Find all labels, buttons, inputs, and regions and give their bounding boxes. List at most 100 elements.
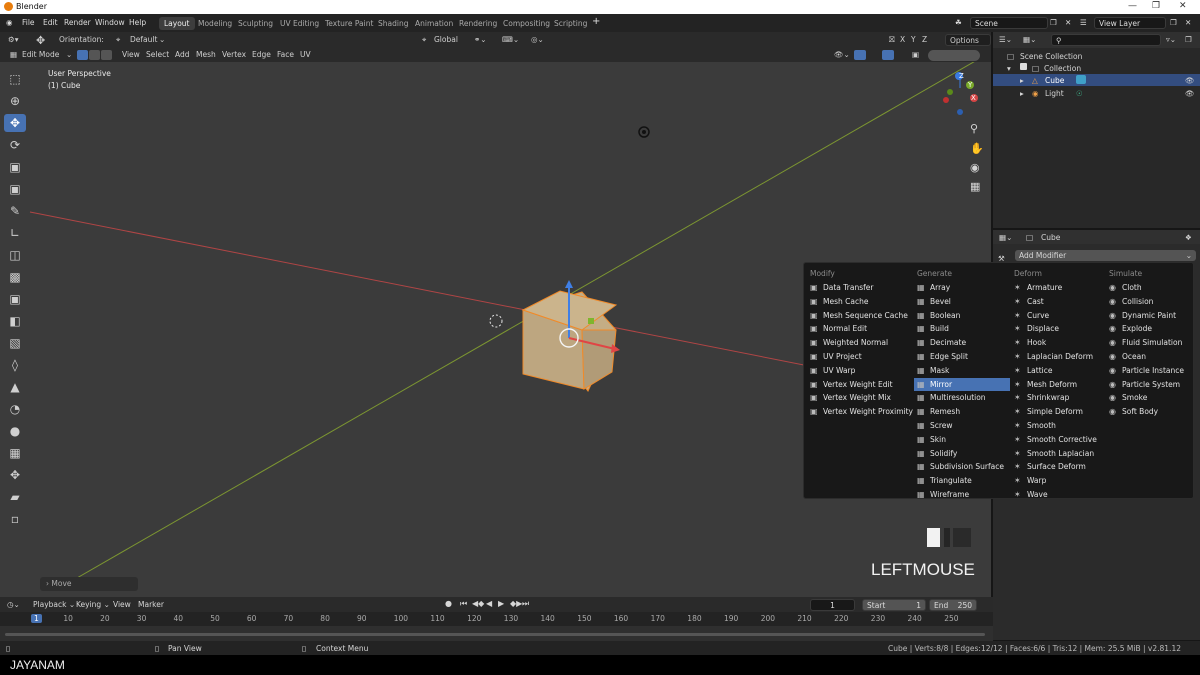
shear-icon[interactable]: ▰	[4, 488, 26, 506]
modifier-item-skin[interactable]: ▦ Skin	[914, 433, 1010, 447]
tab-shading[interactable]: Shading	[373, 17, 413, 30]
jump-start-icon[interactable]: ⏮	[460, 599, 467, 609]
modifier-item-hook[interactable]: ✶ Hook	[1011, 336, 1107, 350]
header-menu-add[interactable]: Add	[171, 49, 194, 61]
add-workspace-button[interactable]: +	[592, 16, 600, 27]
end-frame-field[interactable]: End 250	[929, 599, 977, 611]
move-icon[interactable]: ✥	[4, 114, 26, 132]
filter-icon[interactable]: ▿⌄	[1166, 35, 1176, 44]
chevron-right-icon[interactable]: ▸	[1020, 89, 1024, 98]
menu-render[interactable]: Render	[64, 18, 91, 27]
editor-type-icon[interactable]: ◷⌄	[7, 600, 20, 609]
modifier-item-smoke[interactable]: ◉ Smoke	[1106, 391, 1200, 405]
loop-cut-icon[interactable]: ▧	[4, 334, 26, 352]
rotate-icon[interactable]: ⟳	[4, 136, 26, 154]
timeline-menu-keying[interactable]: Keying ⌄	[76, 600, 110, 609]
mode-dropdown[interactable]: Edit Mode	[18, 49, 63, 61]
modifier-item-fluid-simulation[interactable]: ◉ Fluid Simulation	[1106, 336, 1200, 350]
visibility-eye-icon[interactable]: 👁	[1185, 89, 1195, 98]
modifier-item-solidify[interactable]: ▦ Solidify	[914, 447, 1010, 461]
minimize-icon[interactable]: —	[1128, 1, 1137, 11]
modifier-item-boolean[interactable]: ▦ Boolean	[914, 309, 1010, 323]
proportional-edit-icon[interactable]: ◎⌄	[527, 34, 548, 46]
modifier-item-laplacian-deform[interactable]: ✶ Laplacian Deform	[1011, 350, 1107, 364]
modifier-item-wave[interactable]: ✶ Wave	[1011, 488, 1107, 502]
select-box-icon[interactable]: ⬚	[4, 70, 26, 88]
outliner-search-input[interactable]: ⚲	[1051, 34, 1161, 46]
new-collection-icon[interactable]: ❐	[1185, 35, 1192, 44]
modifier-item-cloth[interactable]: ◉ Cloth	[1106, 281, 1200, 295]
prev-keyframe-icon[interactable]: ◀◆	[472, 599, 484, 608]
new-scene-icon[interactable]: ❐	[1050, 18, 1057, 27]
modifier-item-vertex-weight-mix[interactable]: ▣ Vertex Weight Mix	[807, 391, 903, 405]
tab-texture-paint[interactable]: Texture Paint	[320, 17, 378, 30]
blender-menu-icon[interactable]: ◉	[6, 18, 13, 27]
play-icon[interactable]: ▶	[498, 599, 504, 608]
poly-build-icon[interactable]: ▲	[4, 378, 26, 396]
modifier-item-mirror[interactable]: ▦ Mirror	[914, 377, 1010, 392]
editor-type-icon[interactable]: ⚙▾	[4, 34, 23, 46]
modifier-item-data-transfer[interactable]: ▣ Data Transfer	[807, 281, 903, 295]
scale-icon[interactable]: ▣	[4, 158, 26, 176]
annotate-icon[interactable]: ✎	[4, 202, 26, 220]
modifier-item-uv-project[interactable]: ▣ UV Project	[807, 350, 903, 364]
modifier-item-surface-deform[interactable]: ✶ Surface Deform	[1011, 460, 1107, 474]
tab-animation[interactable]: Animation	[410, 17, 458, 30]
outliner-item-cube[interactable]: Cube	[1045, 76, 1064, 85]
modifier-item-mesh-cache[interactable]: ▣ Mesh Cache	[807, 295, 903, 309]
modifier-item-edge-split[interactable]: ▦ Edge Split	[914, 350, 1010, 364]
zoom-icon[interactable]: ⚲	[970, 122, 978, 135]
modifier-item-mask[interactable]: ▦ Mask	[914, 364, 1010, 378]
menu-help[interactable]: Help	[129, 18, 146, 27]
measure-icon[interactable]: ∟	[4, 224, 26, 242]
last-operator-panel[interactable]: › Move	[40, 577, 138, 591]
edge-select-button[interactable]	[89, 50, 100, 60]
extrude-icon[interactable]: ▩	[4, 268, 26, 286]
modifier-item-warp[interactable]: ✶ Warp	[1011, 474, 1107, 488]
snap-icon[interactable]: ⌨⌄	[498, 34, 523, 46]
menu-window[interactable]: Window	[95, 18, 125, 27]
modifier-item-collision[interactable]: ◉ Collision	[1106, 295, 1200, 309]
restore-icon[interactable]: ❐	[1152, 1, 1160, 11]
cursor-icon[interactable]: ⊕	[4, 92, 26, 110]
modifier-item-particle-system[interactable]: ◉ Particle System	[1106, 378, 1200, 392]
editor-type-icon[interactable]: ▦⌄	[999, 233, 1012, 242]
delete-view-layer-icon[interactable]: ✕	[1185, 18, 1191, 27]
new-view-layer-icon[interactable]: ❐	[1170, 18, 1177, 27]
visibility-eye-icon[interactable]: 👁	[1185, 76, 1195, 85]
overlay-toggle-icon[interactable]	[882, 50, 894, 60]
modifier-item-cast[interactable]: ✶ Cast	[1011, 295, 1107, 309]
modifier-item-displace[interactable]: ✶ Displace	[1011, 322, 1107, 336]
pin-icon[interactable]: ❖	[1185, 233, 1192, 242]
options-dropdown[interactable]: Options ⌄	[945, 34, 991, 54]
menu-file[interactable]: File	[22, 18, 35, 27]
modifier-item-mesh-deform[interactable]: ✶ Mesh Deform	[1011, 378, 1107, 392]
transform-orientation-dropdown[interactable]: Global	[430, 34, 462, 46]
mirror-z-button[interactable]: Z	[918, 34, 931, 46]
outliner-item-light[interactable]: Light	[1045, 89, 1064, 98]
add-modifier-dropdown[interactable]: Add Modifier ⌄	[1015, 250, 1196, 261]
delete-scene-icon[interactable]: ✕	[1065, 18, 1071, 27]
modifier-item-triangulate[interactable]: ▦ Triangulate	[914, 474, 1010, 488]
modifier-item-smooth[interactable]: ✶ Smooth	[1011, 419, 1107, 433]
smooth-icon[interactable]: ●	[4, 422, 26, 440]
rip-region-icon[interactable]: ▫	[4, 510, 26, 528]
modifier-item-decimate[interactable]: ▦ Decimate	[914, 336, 1010, 350]
modifier-item-smooth-corrective[interactable]: ✶ Smooth Corrective	[1011, 433, 1107, 447]
tab-scripting[interactable]: Scripting	[549, 17, 592, 30]
modifier-item-uv-warp[interactable]: ▣ UV Warp	[807, 364, 903, 378]
modifier-item-normal-edit[interactable]: ▣ Normal Edit	[807, 322, 903, 336]
add-cube-icon[interactable]: ◫	[4, 246, 26, 264]
shading-mode-selector[interactable]	[928, 50, 980, 61]
modifier-item-simple-deform[interactable]: ✶ Simple Deform	[1011, 405, 1107, 419]
modifier-item-dynamic-paint[interactable]: ◉ Dynamic Paint	[1106, 309, 1200, 323]
tab-rendering[interactable]: Rendering	[454, 17, 502, 30]
tab-compositing[interactable]: Compositing	[498, 17, 555, 30]
modifier-item-subdivision-surface[interactable]: ▦ Subdivision Surface	[914, 460, 1010, 474]
header-menu-edge[interactable]: Edge	[248, 49, 275, 61]
modifier-item-lattice[interactable]: ✶ Lattice	[1011, 364, 1107, 378]
gizmo-toggle-icon[interactable]	[854, 50, 866, 60]
close-icon[interactable]: ✕	[1179, 1, 1187, 11]
modifier-item-screw[interactable]: ▦ Screw	[914, 419, 1010, 433]
transform-icon[interactable]: ▣	[4, 180, 26, 198]
